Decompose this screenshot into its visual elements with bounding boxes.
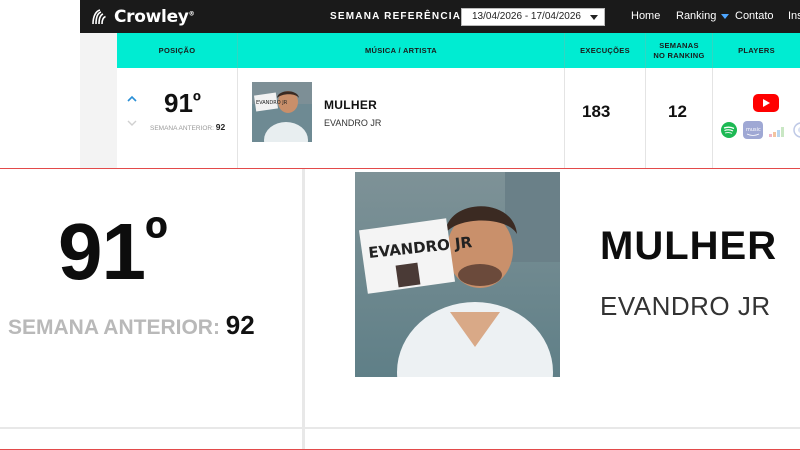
table-row[interactable]: 91º SEMANA ANTERIOR: 92 EVANDRO JR MULHE… (117, 68, 800, 168)
reference-week-value: 13/04/2026 - 17/04/2026 (472, 11, 581, 22)
crowley-logo[interactable]: Crowley® (90, 5, 195, 29)
left-pad-header (80, 33, 117, 68)
col-players: PLAYERS (738, 45, 775, 55)
zoom-song-artist[interactable]: EVANDRO JR (600, 291, 771, 322)
zoom-previous-week-value: 92 (225, 310, 255, 340)
zoom-previous-week-label: SEMANA ANTERIOR: (8, 316, 220, 339)
plays-count: 183 (582, 102, 611, 121)
rank-position: 91º (164, 88, 201, 118)
nav-ranking[interactable]: Ranking (676, 10, 730, 22)
spotify-icon[interactable] (719, 121, 739, 139)
song-artist[interactable]: EVANDRO JR (324, 118, 381, 128)
col-weeks-line2: NO RANKING (653, 50, 705, 60)
col-plays: EXECUÇÕES (580, 45, 630, 55)
top-navbar: Crowley® SEMANA REFERÊNCIA: 13/04/2026 -… (80, 0, 800, 33)
reference-week-label: SEMANA REFERÊNCIA: (330, 11, 466, 22)
chevron-down-icon (590, 15, 598, 20)
weeks-in-ranking: 12 (668, 102, 687, 121)
players-icons: music (719, 121, 800, 139)
nav-home[interactable]: Home (631, 10, 660, 22)
col-weeks: SEMANAS NO RANKING (646, 33, 712, 68)
left-pad-row (80, 68, 117, 168)
nav-contato[interactable]: Contato (735, 10, 774, 22)
col-song-artist: MÚSICA / ARTISTA (364, 45, 438, 55)
zoom-previous-week: SEMANA ANTERIOR: 92 (8, 310, 255, 341)
thumbnail-caption: EVANDRO JR (256, 100, 288, 106)
logo-text: Crowley® (114, 7, 195, 27)
rank-down-arrow-icon (127, 120, 137, 126)
reference-week-select[interactable]: 13/04/2026 - 17/04/2026 (461, 8, 605, 26)
zoom-song-title[interactable]: MULHER (600, 224, 777, 269)
previous-week-label: SEMANA ANTERIOR: (150, 125, 214, 132)
zoom-row-divider (0, 427, 800, 429)
zoom-rank-position: 91º (58, 205, 168, 296)
deezer-icon[interactable] (767, 121, 787, 139)
previous-week: SEMANA ANTERIOR: 92 (150, 122, 225, 132)
nav-ins-partial[interactable]: Ins (788, 10, 800, 22)
amazon-music-icon[interactable]: music (743, 121, 763, 139)
crowley-logo-mark-icon (92, 9, 106, 25)
nav-ranking-label: Ranking (676, 10, 717, 22)
svg-text:music: music (746, 127, 761, 133)
rank-up-arrow-icon (127, 95, 137, 102)
ranking-table-header: POSIÇÃO MÚSICA / ARTISTA EXECUÇÕES SEMAN… (117, 33, 800, 68)
zoom-album-artwork[interactable]: EVANDRO JR (355, 172, 560, 377)
album-thumbnail[interactable]: EVANDRO JR (252, 82, 312, 142)
zoomed-row-detail: 91º SEMANA ANTERIOR: 92 EVANDRO JR MULHE… (0, 168, 800, 450)
col-position: POSIÇÃO (158, 45, 196, 55)
left-gutter (0, 0, 80, 168)
col-weeks-line1: SEMANAS (659, 40, 699, 50)
other-player-icon[interactable] (791, 121, 800, 139)
youtube-icon[interactable] (752, 93, 780, 113)
app-root: Crowley® SEMANA REFERÊNCIA: 13/04/2026 -… (0, 0, 800, 450)
previous-week-value: 92 (215, 122, 226, 132)
ranking-dropdown-icon (721, 13, 730, 19)
song-title[interactable]: MULHER (324, 98, 377, 112)
zoom-column-divider (302, 169, 305, 449)
